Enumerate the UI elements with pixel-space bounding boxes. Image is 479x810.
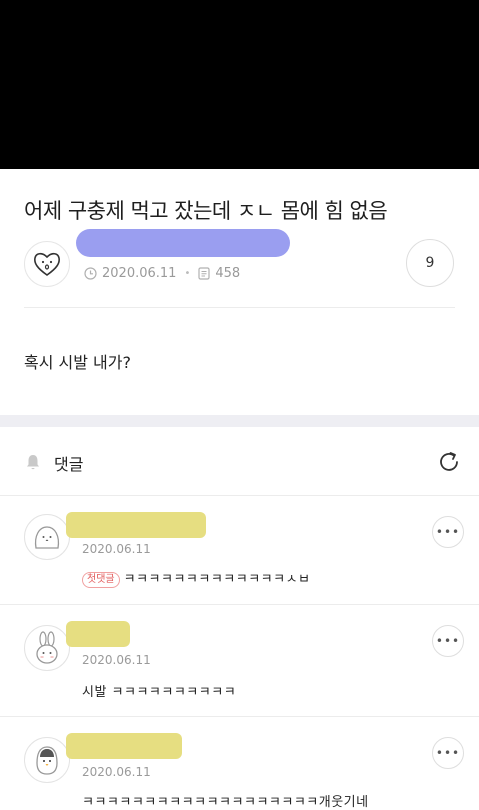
post-meta: 2020.06.11 • 458 bbox=[84, 266, 240, 281]
bell-icon[interactable] bbox=[24, 453, 42, 471]
section-separator bbox=[0, 415, 479, 427]
commenter-avatar[interactable] bbox=[24, 737, 70, 783]
more-options-button[interactable]: ••• bbox=[432, 737, 464, 769]
comments-label: 댓글 bbox=[54, 455, 84, 474]
commenter-name-redaction bbox=[66, 621, 130, 647]
post-views: 458 bbox=[215, 266, 241, 281]
more-options-button[interactable]: ••• bbox=[432, 516, 464, 548]
first-comment-badge: 첫댓글 bbox=[82, 571, 120, 588]
clock-icon bbox=[84, 267, 97, 280]
author-avatar[interactable] bbox=[24, 241, 70, 287]
comment-text-line: 첫댓글 ㅋㅋㅋㅋㅋㅋㅋㅋㅋㅋㅋㅋㅋㅅㅂ bbox=[82, 568, 311, 588]
refresh-icon[interactable] bbox=[436, 449, 462, 475]
post-body: 혹시 시발 내가? bbox=[24, 353, 131, 372]
commenter-avatar[interactable] bbox=[24, 625, 70, 671]
comment-count-button[interactable]: 9 bbox=[406, 239, 454, 287]
blob-character-icon bbox=[34, 526, 60, 549]
commenter-name-redaction bbox=[66, 733, 182, 759]
author-name-redaction bbox=[76, 229, 290, 257]
commenter-name-redaction bbox=[66, 512, 206, 538]
view-count-icon bbox=[198, 267, 210, 280]
post-date: 2020.06.11 bbox=[102, 266, 177, 281]
heart-face-icon bbox=[34, 252, 60, 276]
rabbit-character-icon bbox=[36, 631, 58, 664]
comments-header: 댓글 bbox=[0, 427, 479, 496]
divider bbox=[0, 604, 479, 605]
comment-date: 2020.06.11 bbox=[82, 542, 151, 556]
more-options-button[interactable]: ••• bbox=[432, 625, 464, 657]
comment-date: 2020.06.11 bbox=[82, 765, 151, 779]
meta-separator: • bbox=[184, 268, 191, 279]
comment-text: ㅋㅋㅋㅋㅋㅋㅋㅋㅋㅋㅋㅋㅋㅅㅂ bbox=[123, 572, 311, 587]
divider bbox=[0, 716, 479, 717]
comment-text: ㅋㅋㅋㅋㅋㅋㅋㅋㅋㅋㅋㅋㅋㅋㅋㅋㅋㅋㅋ개웃기네 bbox=[82, 795, 369, 810]
commenter-avatar[interactable] bbox=[24, 514, 70, 560]
comment-date: 2020.06.11 bbox=[82, 653, 151, 667]
comment-text: 시발 ㅋㅋㅋㅋㅋㅋㅋㅋㅋㅋ bbox=[82, 685, 237, 700]
post-title: 어제 구충제 먹고 잤는데 ㅈㄴ 몸에 힘 없음 bbox=[24, 199, 388, 223]
divider bbox=[24, 307, 455, 308]
top-black-area bbox=[0, 0, 479, 169]
penguin-character-icon bbox=[36, 746, 58, 775]
